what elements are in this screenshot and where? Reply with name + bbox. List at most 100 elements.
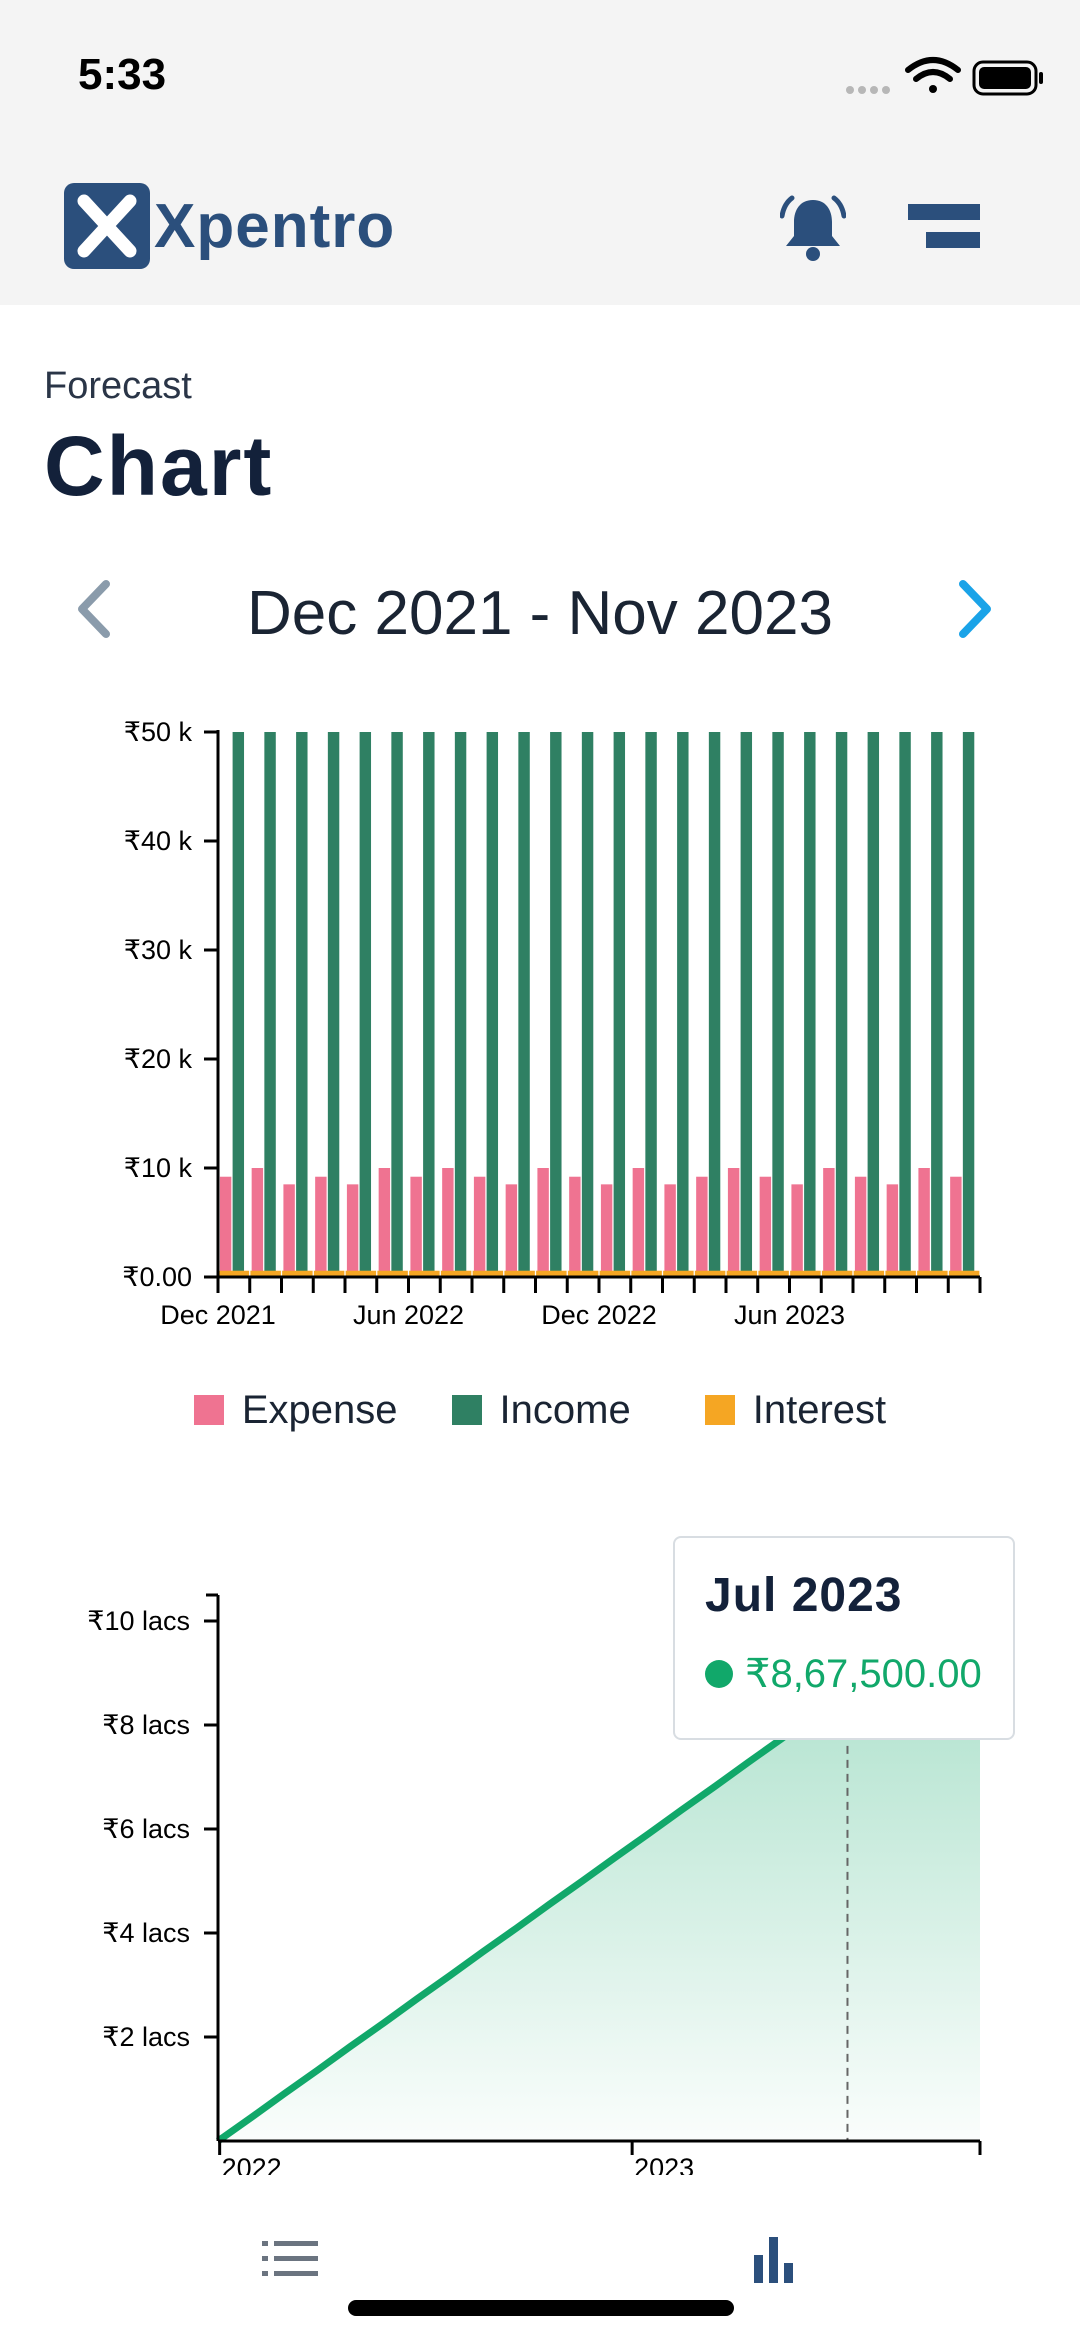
- bar-expense: [537, 1168, 549, 1277]
- y-tick-label: ₹30 k: [124, 935, 193, 965]
- bar-income: [454, 732, 467, 1277]
- tooltip-value: ₹8,67,500.00: [745, 1652, 982, 1696]
- legend-item-income[interactable]: Income: [451, 1380, 631, 1440]
- legend-swatch-income: [451, 1395, 482, 1425]
- y-tick-label: ₹40 k: [124, 826, 193, 856]
- bar-chart-icon[interactable]: [752, 2233, 796, 2283]
- bar-income: [677, 732, 689, 1277]
- list-icon[interactable]: [262, 2239, 318, 2279]
- status-time: 5:33: [78, 50, 167, 99]
- bar-income: [804, 732, 816, 1277]
- area-fill: [218, 1689, 980, 2141]
- status-icons: [846, 57, 1043, 96]
- wifi-icon: [905, 57, 961, 93]
- bar-income: [740, 732, 753, 1277]
- bar-expense: [918, 1168, 930, 1277]
- chart-legend: Expense Income Interest: [0, 1380, 1080, 1440]
- y-tick-label: ₹6 lacs: [102, 1814, 190, 1844]
- legend-label-income: Income: [499, 1387, 631, 1432]
- bar-income: [835, 732, 848, 1277]
- bar-expense: [727, 1168, 740, 1277]
- app-header: Xpentro: [0, 150, 1080, 305]
- legend-swatch-expense: [193, 1395, 224, 1425]
- bar-expense: [283, 1184, 295, 1277]
- bar-income: [264, 732, 276, 1277]
- logo-x-icon: [77, 194, 137, 258]
- bar-income: [423, 732, 435, 1277]
- bar-expense: [632, 1168, 645, 1277]
- page-subtitle: Forecast: [44, 365, 192, 407]
- bar-chart: ₹0.00 ₹10 k ₹20 k ₹30 k ₹40 k ₹50 k Dec 2021 Ju…: [122, 717, 982, 1330]
- legend-label-interest: Interest: [752, 1387, 887, 1432]
- legend-item-interest[interactable]: Interest: [704, 1380, 887, 1440]
- bar-income: [232, 732, 245, 1277]
- signal-icon: [846, 86, 890, 94]
- bar-income: [486, 732, 499, 1277]
- bar-income: [931, 732, 943, 1277]
- bar-expense: [791, 1184, 803, 1277]
- bar-expense: [759, 1176, 772, 1277]
- bar-expense: [378, 1168, 391, 1277]
- x-tick-label: Dec 2022: [541, 1300, 657, 1330]
- bell-icon[interactable]: [780, 194, 846, 264]
- bar-income: [296, 732, 308, 1277]
- y-tick-label: ₹10 lacs: [87, 1606, 190, 1636]
- home-indicator: [348, 2300, 734, 2316]
- bar-income: [518, 732, 530, 1277]
- bar-expense: [315, 1176, 327, 1277]
- bar-expense: [600, 1184, 613, 1277]
- app-logo[interactable]: Xpentro: [64, 180, 395, 272]
- bar-income: [613, 732, 626, 1277]
- bar-expense: [950, 1176, 962, 1277]
- bar-expense: [442, 1168, 454, 1277]
- brand-name: Xpentro: [154, 191, 396, 261]
- bar-expense: [886, 1184, 899, 1277]
- bar-income: [327, 732, 340, 1277]
- date-range-label: Dec 2021 - Nov 2023: [247, 579, 833, 648]
- status-bar: 5:33: [0, 0, 1080, 150]
- bar-income: [962, 732, 975, 1277]
- bar-expense: [664, 1184, 676, 1277]
- y-tick-label: ₹50 k: [124, 717, 193, 747]
- legend-item-expense[interactable]: Expense: [193, 1380, 398, 1440]
- y-tick-label: ₹8 lacs: [102, 1710, 190, 1740]
- bar-expense: [854, 1176, 867, 1277]
- legend-label-expense: Expense: [241, 1387, 398, 1432]
- tooltip-row: ₹8,67,500.00: [705, 1651, 1013, 1697]
- battery-icon: [972, 60, 1043, 96]
- tooltip-title: Jul 2023: [705, 1569, 903, 1622]
- page-title: Chart: [44, 419, 274, 513]
- tooltip-dot: [705, 1660, 733, 1688]
- bar-expense: [410, 1176, 422, 1277]
- chart-tooltip: Jul 2023 ₹8,67,500.00: [673, 1536, 1015, 1740]
- bar-expense: [473, 1176, 486, 1277]
- bar-income: [645, 732, 657, 1277]
- y-tick-label: ₹2 lacs: [102, 2022, 190, 2052]
- bar-expense: [346, 1184, 359, 1277]
- logo-mark: [64, 183, 150, 269]
- x-tick-label: Jun 2023: [734, 1300, 845, 1330]
- y-tick-label: ₹10 k: [124, 1153, 193, 1183]
- bar-income: [391, 732, 403, 1277]
- y-tick-label: ₹20 k: [124, 1044, 193, 1074]
- bar-income: [359, 732, 372, 1277]
- bar-expense: [251, 1168, 264, 1277]
- legend-swatch-interest: [704, 1395, 735, 1425]
- bar-expense: [505, 1184, 518, 1277]
- bar-income: [899, 732, 911, 1277]
- bar-expense: [569, 1176, 581, 1277]
- bar-income: [708, 732, 721, 1277]
- bar-income: [550, 732, 562, 1277]
- x-tick-label: Jun 2022: [353, 1300, 464, 1330]
- x-tick-label: Dec 2021: [160, 1300, 276, 1330]
- chevron-right-icon[interactable]: [945, 574, 1005, 644]
- bar-expense: [219, 1176, 232, 1277]
- y-tick-label: ₹4 lacs: [102, 1918, 190, 1948]
- bar-income: [867, 732, 880, 1277]
- menu-icon[interactable]: [908, 202, 980, 252]
- bar-expense: [823, 1168, 835, 1277]
- bar-expense: [696, 1176, 708, 1277]
- y-tick-label: ₹0.00: [122, 1262, 192, 1292]
- bar-income: [772, 732, 784, 1277]
- bar-income: [581, 732, 594, 1277]
